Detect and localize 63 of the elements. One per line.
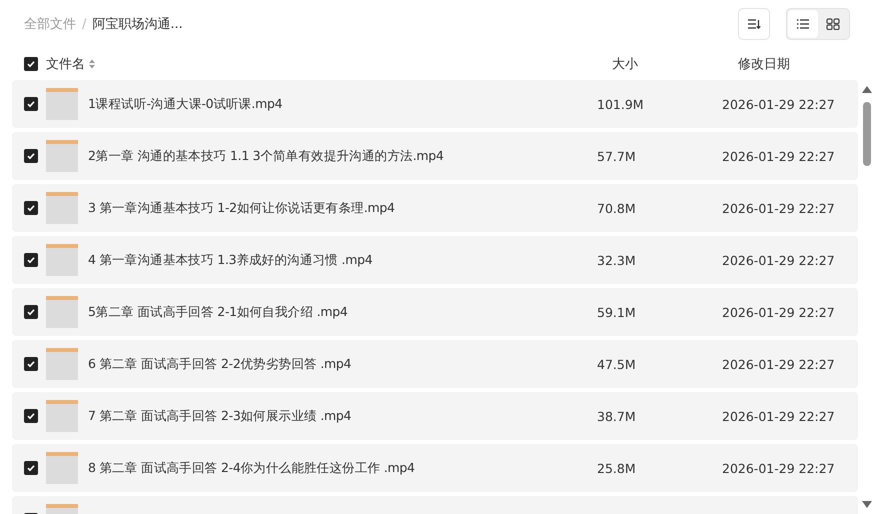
modified-date: 2026-01-29 22:27 — [722, 148, 835, 164]
list-view-icon — [796, 18, 810, 30]
video-thumbnail — [46, 296, 78, 328]
video-thumbnail — [46, 88, 78, 120]
file-name[interactable]: 6 第二章 面试高手回答 2-2优势劣势回答 .mp4 — [88, 356, 597, 372]
modified-date: 2026-01-29 22:27 — [722, 200, 835, 216]
video-thumbnail — [46, 400, 78, 432]
file-size: 38.7M — [597, 408, 637, 424]
breadcrumb-current: 阿宝职场沟通... — [92, 16, 183, 33]
file-row[interactable]: 8 第二章 面试高手回答 2-4你为什么能胜任这份工作 .mp4 25.8M 2026-01-29 22:27 — [12, 444, 858, 492]
file-name[interactable]: 3 第一章沟通基本技巧 1-2如何让你说话更有条理.mp4 — [88, 200, 597, 216]
file-row[interactable]: 5第二章 面试高手回答 2-1如何自我介绍 .mp4 59.1M 2026-01-29 22:27 — [12, 288, 858, 336]
scroll-up-icon[interactable] — [862, 86, 872, 93]
list-view-button[interactable] — [788, 10, 818, 38]
video-thumbnail — [46, 452, 78, 484]
modified-date: 2026-01-29 22:27 — [722, 304, 835, 320]
sort-icon — [747, 18, 761, 30]
modified-date: 2026-01-29 22:27 — [722, 460, 835, 476]
grid-view-icon — [826, 18, 840, 30]
checkbox[interactable] — [24, 97, 38, 111]
checkbox[interactable] — [24, 409, 38, 423]
file-name[interactable]: 5第二章 面试高手回答 2-1如何自我介绍 .mp4 — [88, 304, 597, 320]
checkbox[interactable] — [24, 57, 38, 71]
file-name[interactable]: 4 第一章沟通基本技巧 1.3养成好的沟通习惯 .mp4 — [88, 252, 597, 268]
file-name[interactable]: 8 第二章 面试高手回答 2-4你为什么能胜任这份工作 .mp4 — [88, 460, 597, 476]
file-size: 57.7M — [597, 148, 637, 164]
file-row[interactable]: 3 第一章沟通基本技巧 1-2如何让你说话更有条理.mp4 70.8M 2026-01-29 22:27 — [12, 184, 858, 232]
column-header[interactable]: 大小 — [612, 55, 738, 73]
checkbox[interactable] — [24, 305, 38, 319]
file-size: 70.8M — [597, 200, 637, 216]
file-size: 101.9M — [597, 96, 645, 112]
file-size: 59.1M — [597, 304, 637, 320]
video-thumbnail — [46, 140, 78, 172]
file-name[interactable]: 7 第二章 面试高手回答 2-3如何展示业绩 .mp4 — [88, 408, 597, 424]
scrollbar-thumb[interactable] — [863, 102, 871, 166]
modified-date: 2026-01-29 22:27 — [722, 408, 835, 424]
checkbox[interactable] — [24, 253, 38, 267]
breadcrumb-separator: / — [82, 16, 86, 32]
file-size: 47.5M — [597, 356, 637, 372]
file-row[interactable]: 7 第二章 面试高手回答 2-3如何展示业绩 .mp4 38.7M 2026-01-29 22:27 — [12, 392, 858, 440]
video-thumbnail — [46, 348, 78, 380]
file-size: 25.8M — [597, 460, 637, 476]
checkbox[interactable] — [24, 357, 38, 371]
scroll-down-icon[interactable] — [862, 501, 872, 508]
file-row[interactable]: 4 第一章沟通基本技巧 1.3养成好的沟通习惯 .mp4 32.3M 2026-01-29 22:27 — [12, 236, 858, 284]
video-thumbnail — [46, 244, 78, 276]
file-row[interactable]: 6 第二章 面试高手回答 2-2优势劣势回答 .mp4 47.5M 2026-01-29 22:27 — [12, 340, 858, 388]
file-size: 32.3M — [597, 252, 637, 268]
file-name[interactable]: 1课程试听-沟通大课-0试听课.mp4 — [88, 96, 597, 112]
sort-button[interactable] — [738, 8, 770, 40]
file-row[interactable]: 2第一章 沟通的基本技巧 1.1 3个简单有效提升沟通的方法.mp4 57.7M 2026-01-29 22:27 — [12, 132, 858, 180]
column-header[interactable]: 文件名 — [46, 55, 85, 73]
checkbox[interactable] — [24, 201, 38, 215]
file-row[interactable]: 1课程试听-沟通大课-0试听课.mp4 101.9M 2026-01-29 22:27 — [12, 80, 858, 128]
column-header[interactable]: 修改日期 — [738, 55, 790, 73]
video-thumbnail — [46, 192, 78, 224]
file-name[interactable]: 2第一章 沟通的基本技巧 1.1 3个简单有效提升沟通的方法.mp4 — [88, 148, 597, 164]
modified-date: 2026-01-29 22:27 — [722, 252, 835, 268]
checkbox[interactable] — [24, 461, 38, 475]
modified-date: 2026-01-29 22:27 — [722, 96, 835, 112]
modified-date: 2026-01-29 22:27 — [722, 356, 835, 372]
sort-arrows-icon[interactable] — [89, 59, 95, 69]
checkbox[interactable] — [24, 149, 38, 163]
